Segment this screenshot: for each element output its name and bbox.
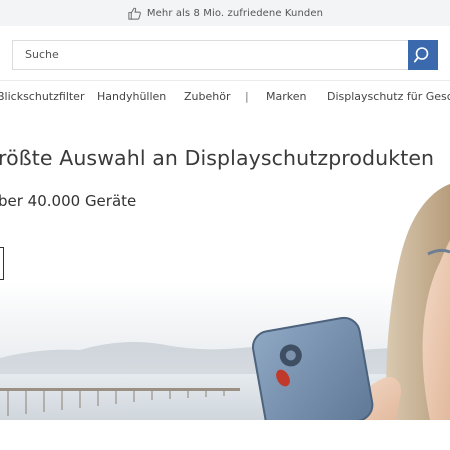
hero-banner: rößte Auswahl an Displayschutzprodukten … xyxy=(0,112,450,420)
nav-item-handyhuellen[interactable]: Handyhüllen xyxy=(97,90,166,103)
promo-text: Mehr als 8 Mio. zufriedene Kunden xyxy=(146,7,324,19)
nav-item-blickschutzfilter[interactable]: Blickschutzfilter xyxy=(0,90,84,103)
search-bar xyxy=(12,40,438,70)
thumbs-up-icon xyxy=(128,7,141,20)
nav-divider: | xyxy=(245,90,249,103)
search-icon xyxy=(414,47,429,63)
promo-bar: Mehr als 8 Mio. zufriedene Kunden xyxy=(0,0,450,26)
hero-subline: ber 40.000 Geräte xyxy=(0,192,137,210)
nav-item-marken[interactable]: Marken xyxy=(266,90,306,103)
nav-item-zubehoer[interactable]: Zubehör xyxy=(184,90,230,103)
search-button[interactable] xyxy=(408,40,438,70)
hero-headline: rößte Auswahl an Displayschutzprodukten xyxy=(0,146,435,170)
search-field xyxy=(12,40,409,70)
search-input[interactable] xyxy=(25,41,405,67)
nav-item-displayschutz-geschaeft[interactable]: Displayschutz für Geschä xyxy=(327,90,450,103)
main-navigation: Blickschutzfilter Handyhüllen Zubehör | … xyxy=(0,80,450,114)
hero-cta-button[interactable] xyxy=(0,247,4,280)
